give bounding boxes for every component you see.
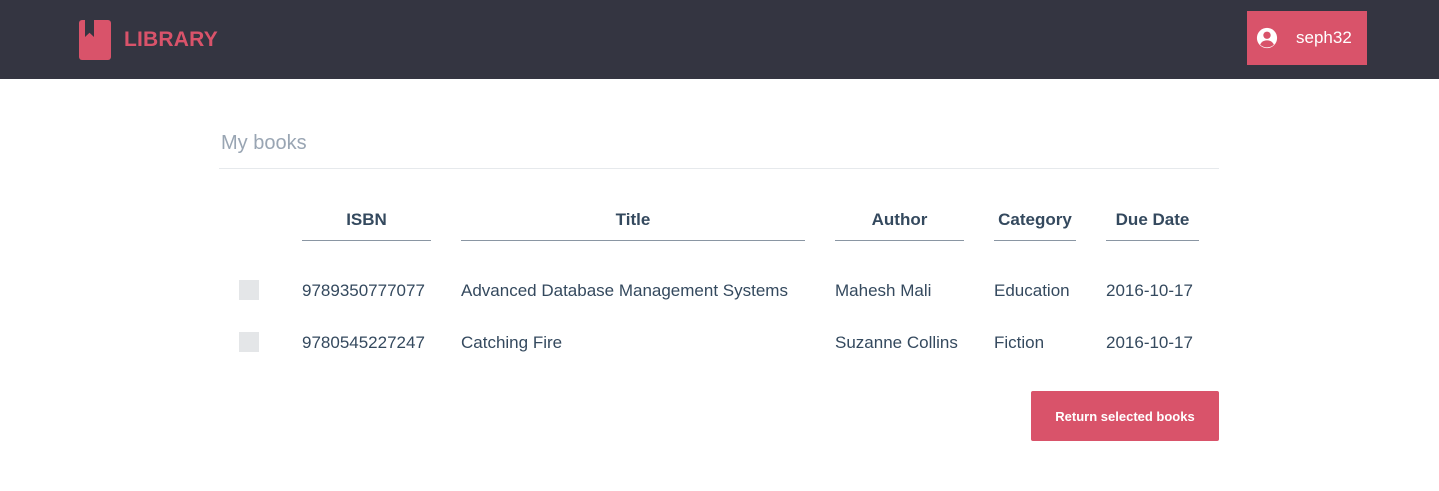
- title-cell: Catching Fire: [461, 333, 563, 352]
- category-cell: Fiction: [994, 333, 1045, 352]
- top-navbar: LIBRARY seph32: [0, 0, 1439, 79]
- author-cell: Mahesh Mali: [835, 281, 932, 300]
- title-cell: Advanced Database Management Systems: [461, 281, 788, 300]
- brand-title: LIBRARY: [124, 28, 218, 51]
- page-title: My books: [221, 132, 307, 154]
- return-selected-books-button[interactable]: Return selected books: [1031, 391, 1219, 441]
- username-label: seph32: [1296, 28, 1352, 47]
- due-date-cell: 2016-10-17: [1106, 281, 1193, 300]
- column-header-isbn[interactable]: ISBN: [302, 210, 431, 241]
- due-date-cell: 2016-10-17: [1106, 333, 1193, 352]
- user-circle-icon: [1256, 27, 1278, 49]
- author-cell: Suzanne Collins: [835, 333, 958, 352]
- bookmark-book-icon: [79, 20, 111, 60]
- isbn-cell: 9780545227247: [302, 333, 425, 352]
- user-menu-button[interactable]: seph32: [1247, 11, 1367, 65]
- column-header-title[interactable]: Title: [461, 210, 805, 241]
- row-select-checkbox[interactable]: [239, 332, 259, 352]
- column-header-author[interactable]: Author: [835, 210, 964, 241]
- brand-home-link[interactable]: LIBRARY: [79, 20, 218, 60]
- category-cell: Education: [994, 281, 1070, 300]
- column-header-due-date[interactable]: Due Date: [1106, 210, 1199, 241]
- title-divider: [219, 168, 1219, 169]
- column-header-category[interactable]: Category: [994, 210, 1076, 241]
- row-select-checkbox[interactable]: [239, 280, 259, 300]
- isbn-cell: 9789350777077: [302, 281, 425, 300]
